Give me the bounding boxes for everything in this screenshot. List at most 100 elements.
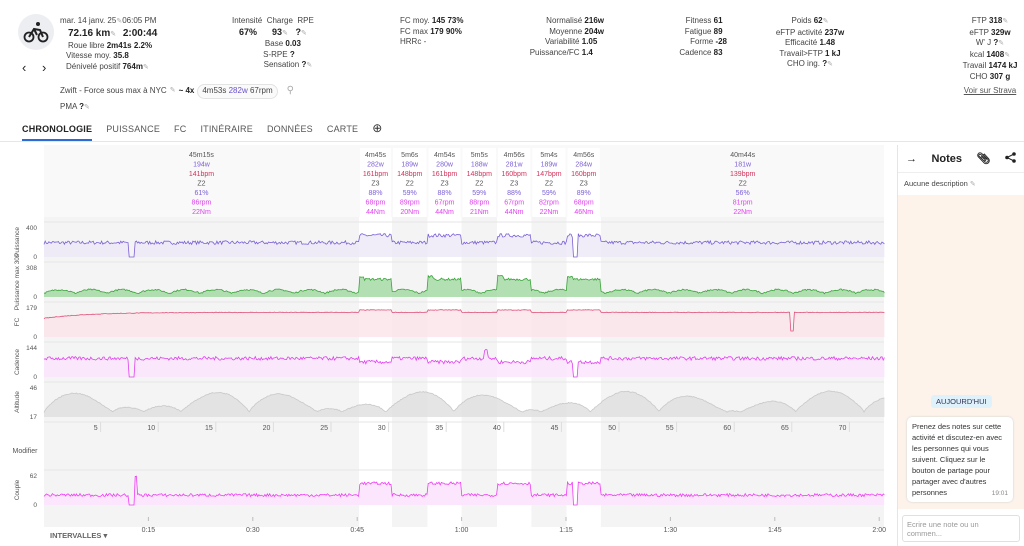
intervalles-dropdown[interactable]: INTERVALLES ▾ bbox=[50, 531, 107, 540]
y-max-label: 179 bbox=[26, 305, 37, 312]
workout-row: Zwift - Force sous max à NYC ✎ ~ 4x 4m53s… bbox=[60, 84, 294, 99]
interval-bpm: 141bpm bbox=[189, 171, 214, 178]
workout-power: 282w bbox=[228, 86, 248, 95]
collapse-arrow-icon[interactable]: → bbox=[906, 153, 917, 165]
activity-type-avatar bbox=[18, 14, 54, 50]
intervalles-label: INTERVALLES bbox=[50, 531, 102, 540]
label: Sensation bbox=[263, 60, 300, 69]
time-tick-label: 0:30 bbox=[246, 527, 260, 534]
puissance-fc: 1.4 bbox=[581, 47, 593, 57]
message-time: 19:01 bbox=[991, 490, 1008, 497]
previous-activity-button[interactable]: ‹ bbox=[22, 60, 26, 75]
interval-w: 188w bbox=[471, 162, 489, 169]
ftp-block: FTP 318✎ eFTP 329w W' J ?✎ kcal 1408✎ Tr… bbox=[955, 16, 1024, 97]
time-tick-label: 0:15 bbox=[142, 527, 156, 534]
forme: -28 bbox=[715, 37, 727, 46]
interval-pct: 88% bbox=[438, 190, 452, 197]
activity-summary: mar. 14 janv. 25✎06:05 PM 72.16 km✎ 2:00… bbox=[60, 16, 157, 73]
interval-bpm: 161bpm bbox=[363, 171, 388, 178]
km-tick-label: 65 bbox=[781, 425, 789, 432]
time-tick-label: 1:30 bbox=[664, 527, 678, 534]
label: eFTP activité bbox=[775, 27, 823, 37]
interval-bpm: 139bpm bbox=[730, 171, 755, 178]
tab-bar: CHRONOLOGIE PUISSANCE FC ITINÉRAIRE DONN… bbox=[22, 121, 382, 141]
divider bbox=[0, 141, 1024, 142]
interval-nm: 22Nm bbox=[540, 209, 559, 216]
search-icon[interactable]: ⚲ bbox=[287, 85, 294, 97]
description[interactable]: Aucune description ✎ bbox=[898, 173, 1024, 194]
activity-date: mar. 14 janv. 25 bbox=[60, 16, 117, 25]
interval-nm: 44Nm bbox=[435, 209, 454, 216]
interval-pct: 88% bbox=[507, 190, 521, 197]
y-max-label: 144 bbox=[26, 345, 37, 352]
srpe: ? bbox=[289, 49, 295, 59]
duration: 2:00:44 bbox=[122, 27, 158, 39]
tab-carte[interactable]: CARTE bbox=[327, 124, 358, 141]
interval-nm: 22Nm bbox=[733, 209, 752, 216]
notes-panel: → Notes 📎︎ Aucune description ✎ AUJOURD'HU… bbox=[897, 145, 1024, 546]
note-input[interactable]: Ecrire une note ou un commen... bbox=[902, 515, 1020, 542]
interval-bpm: 148bpm bbox=[467, 171, 492, 178]
interval-pct: 59% bbox=[403, 190, 417, 197]
interval-bpm: 160bpm bbox=[501, 171, 526, 178]
km-tick-label: 20 bbox=[263, 425, 271, 432]
interval-nm: 20Nm bbox=[400, 209, 419, 216]
tab-fc[interactable]: FC bbox=[174, 124, 186, 141]
interval-nm: 21Nm bbox=[470, 209, 489, 216]
y-max-label: 400 bbox=[26, 225, 37, 232]
tab-itineraire[interactable]: ITINÉRAIRE bbox=[200, 124, 253, 141]
row-label-0: Puissance bbox=[14, 227, 21, 257]
label: Base bbox=[264, 39, 284, 48]
time-tick-label: 2:00 bbox=[872, 527, 886, 534]
interval-zone: Z2 bbox=[475, 181, 483, 188]
intensite: 67% bbox=[239, 26, 258, 37]
fc-moy-pct: 73% bbox=[447, 16, 464, 25]
interval-nm: 22Nm bbox=[192, 209, 211, 216]
label: CHO ing. bbox=[787, 59, 820, 68]
poids[interactable]: 62 bbox=[814, 16, 823, 25]
interval-zone: Z2 bbox=[545, 181, 553, 188]
fc-moy: 145 bbox=[431, 16, 446, 25]
label: Dénivelé positif bbox=[66, 61, 121, 71]
edit-icon[interactable]: ✎ bbox=[110, 31, 116, 38]
row-label-3: Cadence bbox=[14, 349, 21, 375]
interval-rpm: 68rpm bbox=[574, 200, 594, 207]
edit-icon[interactable]: ✎ bbox=[143, 64, 149, 71]
vitesse: 35.8 bbox=[113, 51, 129, 60]
tab-donnees[interactable]: DONNÉES bbox=[267, 124, 313, 141]
y-min-label: 0 bbox=[33, 502, 37, 509]
label: FC moy. bbox=[400, 16, 430, 25]
label: Efficacité bbox=[784, 38, 818, 47]
fitness-block: Fitness 61 Fatigue 89 Forme -28 Cadence … bbox=[679, 16, 727, 58]
label: HRRc bbox=[400, 37, 422, 46]
tab-puissance[interactable]: PUISSANCE bbox=[106, 124, 160, 141]
hr-block: FC moy. 145 73% FC max 179 90% HRRc - bbox=[400, 16, 463, 48]
edit-icon[interactable]: ✎ bbox=[170, 86, 176, 97]
caret-down-icon: ▾ bbox=[103, 531, 108, 540]
timeline-chart[interactable]: 45m15s 194w 141bpm Z2 61% 86rpm 22Nm 4m45s 282w 1… bbox=[0, 145, 897, 546]
interval-zone: Z2 bbox=[739, 181, 747, 188]
workout-name[interactable]: Zwift - Force sous max à NYC bbox=[60, 86, 167, 97]
km-tick-label: 50 bbox=[608, 425, 616, 432]
ftp[interactable]: 318 bbox=[989, 16, 1002, 25]
interval-dur: 40m44s bbox=[730, 152, 755, 159]
kcal[interactable]: 1408 bbox=[986, 50, 1004, 59]
row-label-1: Puissance max 30s bbox=[14, 253, 21, 310]
interval-rpm: 86rpm bbox=[192, 200, 212, 207]
tab-chronologie[interactable]: CHRONOLOGIE bbox=[22, 124, 93, 141]
y-min-label: 0 bbox=[33, 294, 37, 301]
attachment-icon[interactable]: 📎︎ bbox=[977, 152, 991, 165]
fitness: 61 bbox=[713, 16, 723, 25]
interval-zone: Z3 bbox=[440, 181, 448, 188]
add-tab-icon[interactable]: ⊕ bbox=[372, 121, 382, 141]
edit-icon[interactable]: ✎ bbox=[84, 104, 90, 111]
strava-link[interactable]: Voir sur Strava bbox=[955, 86, 1024, 97]
roue-libre: 2m41s bbox=[106, 40, 132, 50]
time-tick-label: 1:00 bbox=[455, 527, 469, 534]
y-max-label: 62 bbox=[30, 473, 38, 480]
share-icon[interactable] bbox=[1005, 151, 1016, 166]
next-activity-button[interactable]: › bbox=[42, 60, 46, 75]
interval-pct: 89% bbox=[577, 190, 591, 197]
note-message: Prenez des notes sur cette activité et d… bbox=[907, 417, 1013, 502]
workout-dur: 4m53s bbox=[202, 86, 227, 95]
